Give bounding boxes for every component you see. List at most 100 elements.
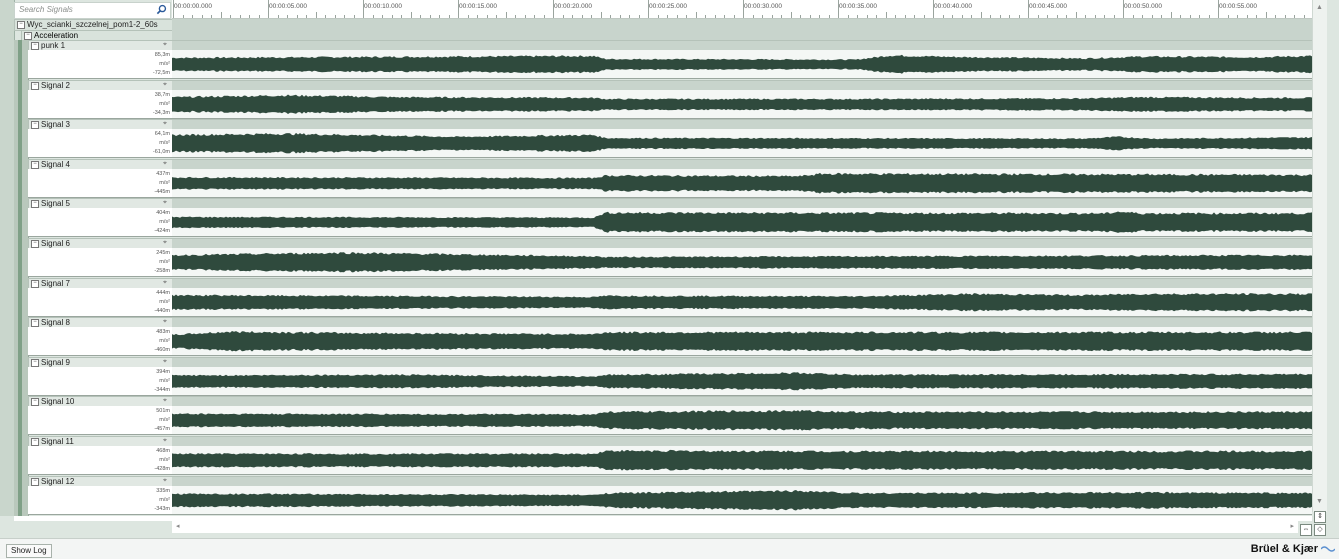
signal-track: − punk 1 ⌖ 85,3m m/s² -72,5m [28, 40, 1312, 79]
pin-icon[interactable]: ⌖ [163, 279, 171, 287]
ruler-minor-tick [866, 15, 868, 18]
ruler-minor-tick [600, 12, 602, 18]
search-input[interactable]: Search Signals [19, 5, 73, 14]
ruler-minor-tick [762, 15, 763, 18]
scale-min: -343m [154, 505, 170, 512]
scale-min: -440m [154, 307, 170, 314]
status-bar: Show Log Brüel & Kjær [0, 538, 1339, 559]
collapse-icon[interactable]: − [31, 81, 39, 90]
zoom-horizontal-icon[interactable]: ⇔ [1300, 524, 1312, 536]
signal-waveform[interactable] [172, 129, 1312, 159]
scale-unit: m/s² [159, 377, 170, 384]
pin-icon[interactable]: ⌖ [163, 358, 171, 366]
ruler-tick-label: 00:00:30.000 [744, 3, 782, 10]
pin-icon[interactable]: ⌖ [163, 160, 171, 168]
ruler-minor-tick [714, 15, 716, 18]
scroll-right-icon[interactable]: ▸ [1290, 522, 1294, 530]
collapse-icon[interactable]: − [31, 438, 39, 446]
signal-waveform[interactable] [172, 89, 1312, 119]
ruler-minor-tick [619, 15, 621, 18]
signal-waveform[interactable] [172, 485, 1312, 515]
collapse-icon[interactable]: − [24, 32, 32, 40]
scroll-left-icon[interactable]: ◂ [176, 522, 180, 530]
signal-waveform[interactable] [172, 406, 1312, 436]
signal-track: − Signal 11 ⌖ 468m m/s² -428m [28, 436, 1312, 475]
scale-max: 335m [156, 487, 170, 494]
signal-waveform[interactable] [172, 168, 1312, 198]
collapse-icon[interactable]: − [31, 160, 39, 169]
timeline-ruler[interactable]: 00:00:00.000 00:00:05.000 00:00:10.000 00:0… [172, 0, 1312, 19]
ruler-minor-tick [971, 15, 972, 18]
zoom-fit-icon[interactable]: ◇ [1314, 524, 1326, 536]
scale-unit: m/s² [159, 298, 170, 305]
ruler-minor-tick [847, 15, 849, 18]
pin-icon[interactable]: ⌖ [163, 41, 171, 49]
ruler-minor-tick [610, 15, 611, 18]
pin-icon[interactable]: ⌖ [163, 437, 171, 445]
ruler-minor-tick [695, 12, 697, 18]
horizontal-scrollbar[interactable]: ◂ ▸ [172, 521, 1298, 533]
ruler-minor-tick [1237, 15, 1238, 18]
scroll-down-icon[interactable]: ▼ [1316, 498, 1323, 505]
ruler-minor-tick [401, 15, 402, 18]
collapse-icon[interactable]: − [31, 319, 39, 328]
pin-icon[interactable]: ⌖ [163, 318, 171, 326]
signal-waveform[interactable] [172, 208, 1312, 238]
collapse-icon[interactable]: − [31, 358, 39, 367]
signal-name: Signal 11 [41, 437, 74, 446]
collapse-icon[interactable]: − [31, 121, 39, 130]
ruler-minor-tick [524, 15, 526, 18]
scale-max: 64,1m [154, 131, 170, 138]
ruler-minor-tick [1303, 15, 1305, 18]
waveform-plot [172, 292, 1312, 312]
zoom-vertical-icon[interactable]: ⇕ [1314, 511, 1326, 523]
signal-waveform[interactable] [172, 366, 1312, 396]
ruler-minor-tick [724, 15, 725, 18]
ruler-minor-tick [1208, 15, 1210, 18]
collapse-icon[interactable]: − [31, 42, 39, 50]
collapse-icon[interactable]: − [31, 240, 39, 248]
ruler-tick-label: 00:00:20.000 [554, 3, 592, 10]
ruler-minor-tick [1294, 15, 1295, 18]
ruler-tick-label: 00:00:15.000 [459, 3, 497, 10]
ruler-minor-tick [952, 15, 953, 18]
ruler-minor-tick [781, 15, 782, 18]
scale-max: 404m [156, 210, 170, 217]
pin-icon[interactable]: ⌖ [163, 477, 171, 485]
signal-scale: 468m m/s² -428m [28, 446, 173, 475]
search-box[interactable]: Search Signals [14, 2, 171, 19]
ruler-minor-tick [1113, 15, 1115, 18]
collapse-icon[interactable]: − [31, 200, 39, 209]
ruler-minor-tick [1056, 15, 1058, 18]
scale-max: 468m [156, 448, 170, 454]
ruler-tick-label: 00:00:40.000 [934, 3, 972, 10]
search-icon[interactable] [156, 4, 167, 15]
scale-unit: m/s² [159, 179, 170, 186]
pin-icon[interactable]: ⌖ [163, 81, 171, 89]
pin-icon[interactable]: ⌖ [163, 120, 171, 128]
signal-waveform[interactable] [172, 50, 1312, 79]
collapse-icon[interactable]: − [17, 21, 25, 29]
signal-waveform[interactable] [172, 248, 1312, 277]
scroll-up-icon[interactable]: ▲ [1316, 4, 1323, 11]
show-log-button[interactable]: Show Log [6, 544, 52, 558]
collapse-icon[interactable]: − [31, 398, 39, 407]
scale-min: -34,3m [152, 109, 170, 116]
signal-waveform[interactable] [172, 327, 1312, 357]
ruler-minor-tick [220, 12, 222, 18]
ruler-minor-tick [1075, 12, 1077, 18]
signal-waveform[interactable] [172, 287, 1312, 317]
ruler-minor-tick [1009, 15, 1010, 18]
ruler-minor-tick [391, 15, 393, 18]
ruler-minor-tick [819, 15, 820, 18]
collapse-icon[interactable]: − [31, 477, 39, 486]
waveform-plot [172, 331, 1312, 352]
pin-icon[interactable]: ⌖ [163, 397, 171, 405]
ruler-minor-tick [1142, 15, 1143, 18]
signal-waveform[interactable] [172, 446, 1312, 475]
collapse-icon[interactable]: − [31, 279, 39, 288]
pin-icon[interactable]: ⌖ [163, 199, 171, 207]
signal-scale: 85,3m m/s² -72,5m [28, 50, 173, 79]
vertical-scrollbar[interactable]: ▲ ▼ [1312, 0, 1327, 512]
pin-icon[interactable]: ⌖ [163, 239, 171, 247]
